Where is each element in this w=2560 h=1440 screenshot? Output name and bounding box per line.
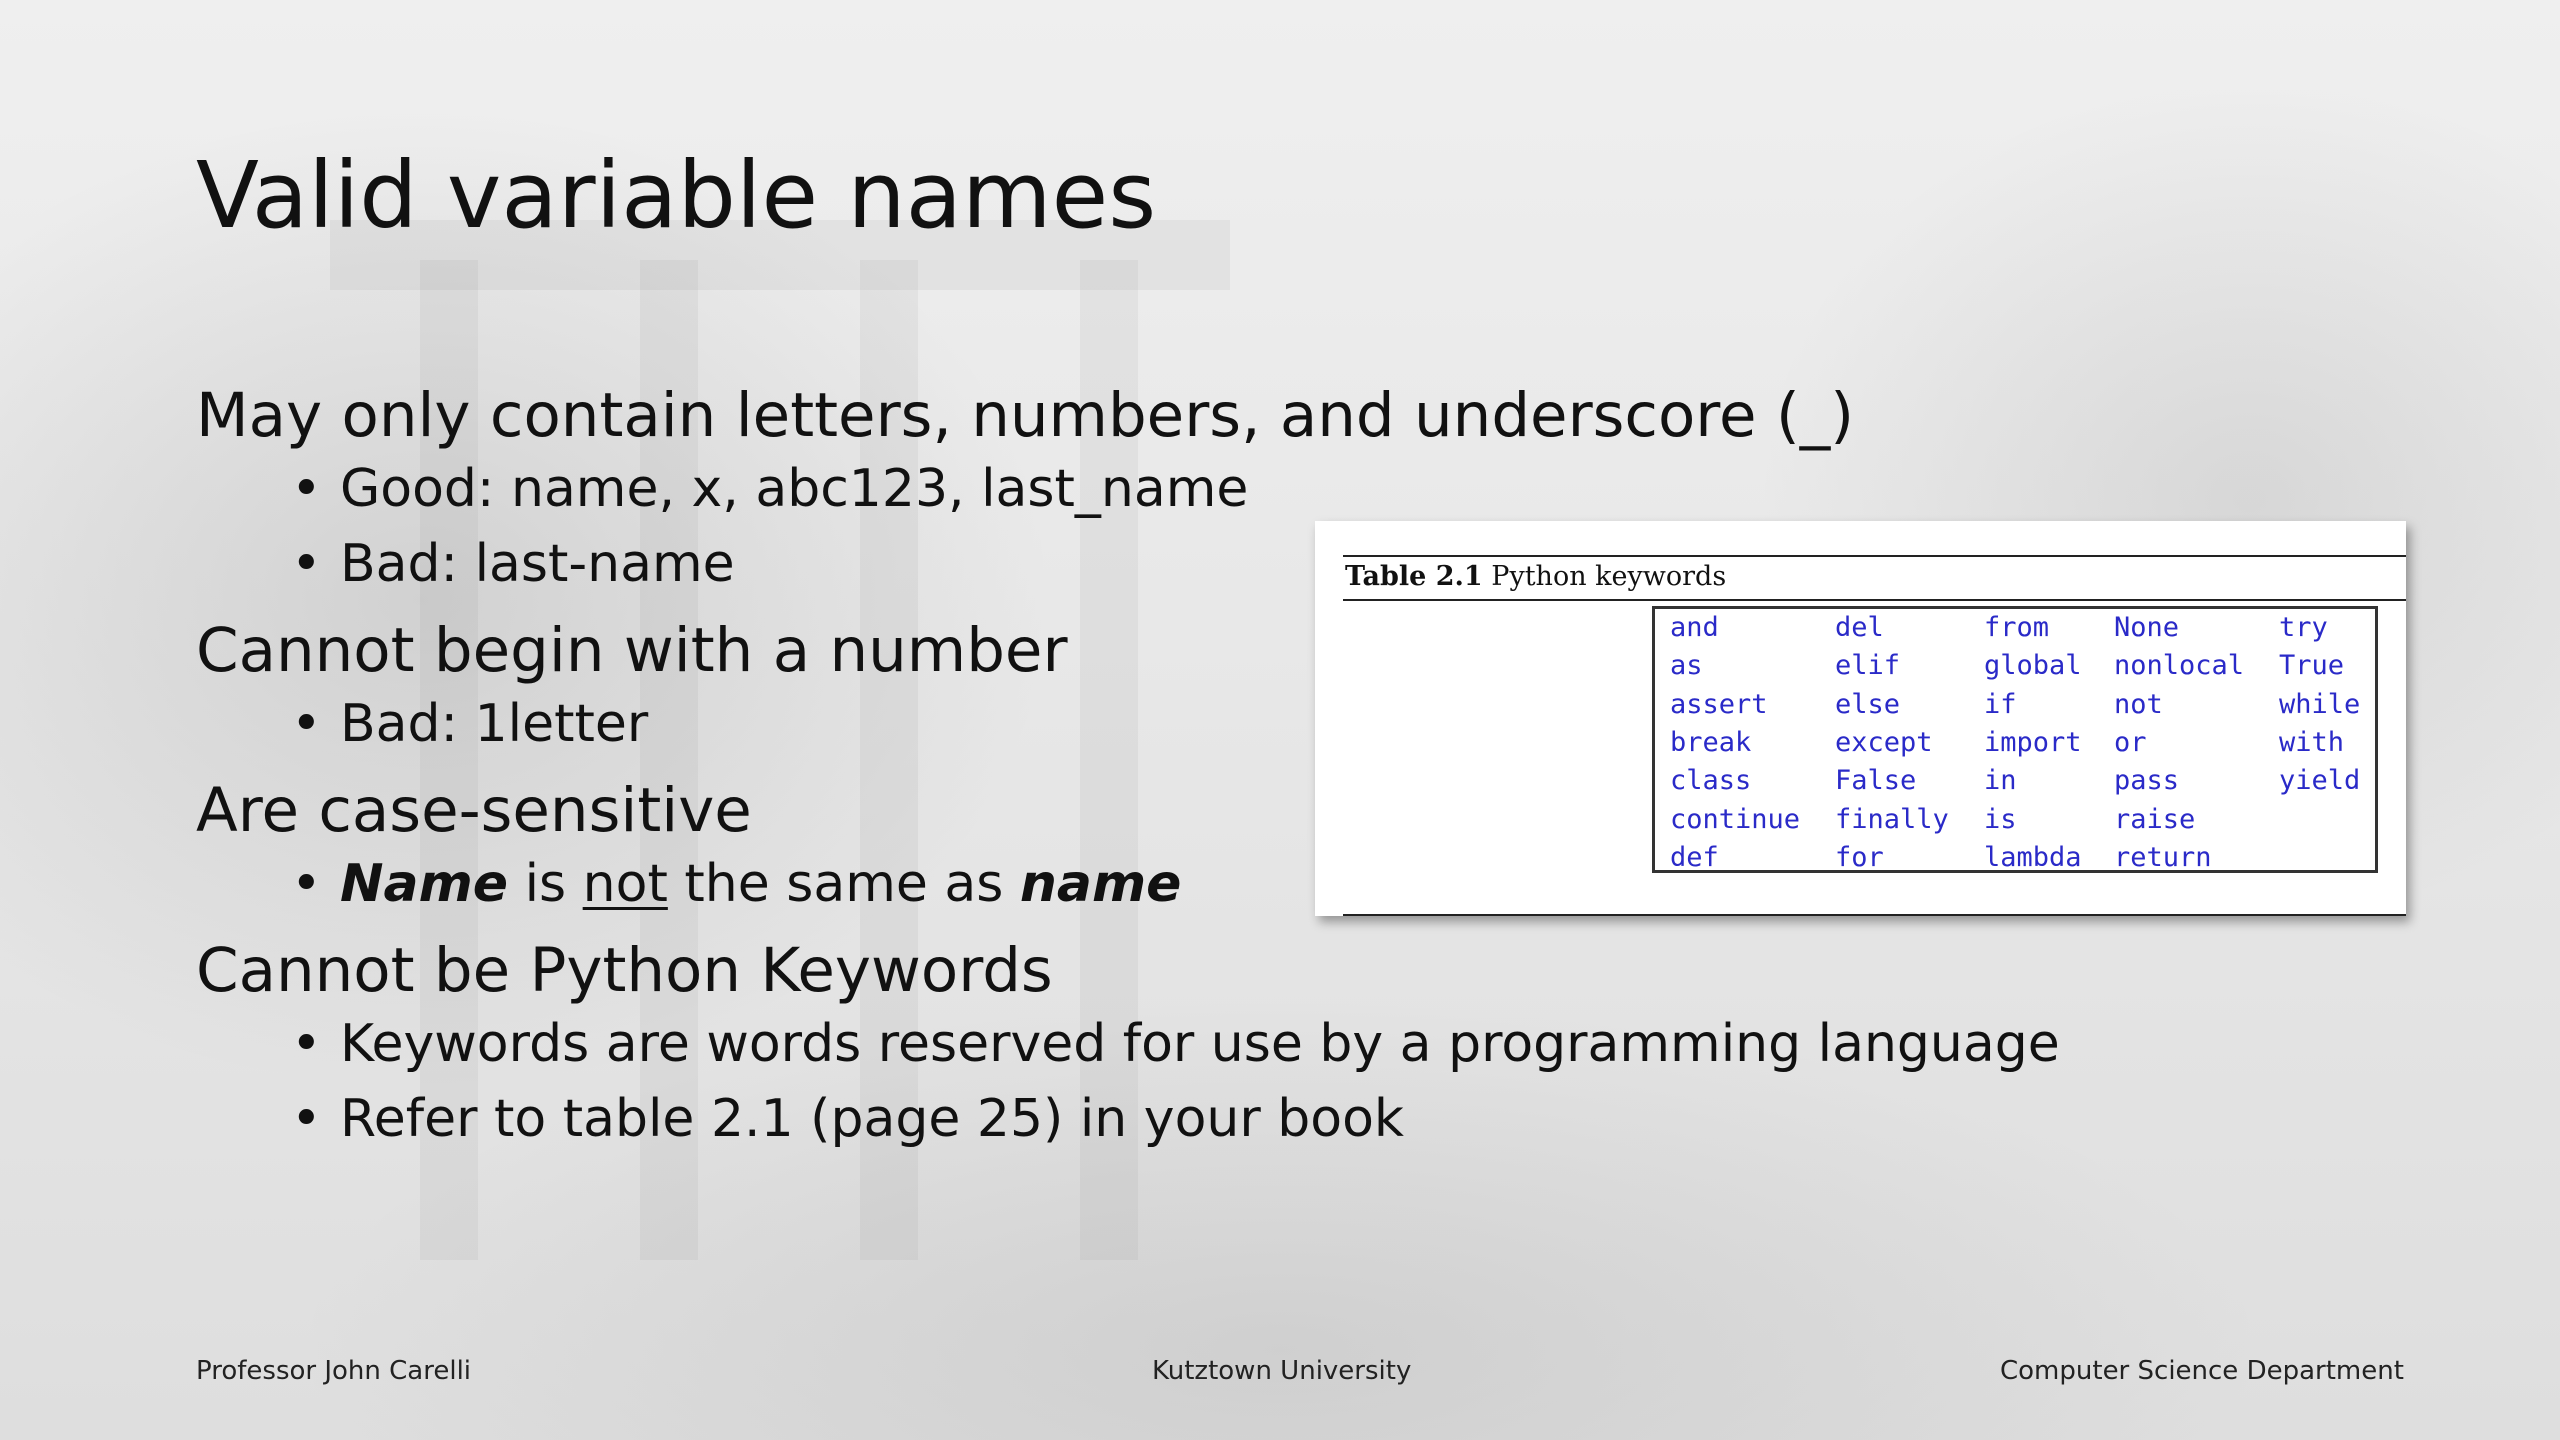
word-name: name [1019,854,1182,914]
underlined-not: not [582,854,668,914]
keyword: if [1984,688,2017,720]
keyword: yield [2279,765,2361,797]
bullet: • [291,534,322,594]
table-rule [1343,914,2406,916]
footer-presenter: Professor John Carelli [196,1356,472,1386]
slide-title: Valid variable names [196,142,1157,249]
keyword: try [2279,612,2328,643]
keyword: break [1670,726,1752,758]
keyword: raise [2114,803,2196,835]
keyword: True [2279,650,2345,682]
point-1: May only contain letters, numbers, and u… [196,380,1855,451]
keyword: def [1670,841,1719,873]
keyword: del [1835,612,1884,643]
keyword: and [1670,612,1719,643]
keyword: while [2279,688,2361,720]
point-4: Cannot be Python Keywords [196,935,1053,1006]
keyword: assert [1670,688,1768,720]
keyword: return [2114,841,2212,873]
bullet: • [291,1089,322,1149]
keyword: with [2279,726,2345,758]
python-keywords-table-image: Table 2.1 Python keywords and as assert bre… [1315,521,2406,916]
keywords-grid: and as assert break class continue def del elif e… [1652,606,2378,873]
keyword: from [1984,612,2050,643]
keyword: pass [2114,765,2180,797]
keyword: as [1670,650,1703,682]
keyword: lambda [1984,841,2082,873]
keyword: except [1835,726,1933,758]
keyword: False [1835,765,1917,797]
table-caption: Table 2.1 Python keywords [1345,561,1727,592]
keyword: is [1984,803,2017,835]
keyword: import [1984,726,2082,758]
keyword: not [2114,688,2163,720]
keyword: else [1835,688,1901,720]
bullet: • [291,1014,322,1074]
keyword: elif [1835,650,1901,682]
bullet: • [291,694,322,754]
table-rule [1343,599,2406,601]
point-4-sub-1: • Keywords are words reserved for use by… [291,1014,2060,1074]
footer-department: Computer Science Department [2000,1356,2404,1386]
keyword: continue [1670,803,1801,835]
table-rule [1343,555,2406,557]
keyword: finally [1835,803,1949,835]
word-Name: Name [340,854,509,914]
footer-university: Kutztown University [1152,1356,1412,1386]
point-1-sub-1: • Good: name, x, abc123, last_name [291,459,1249,519]
keyword: None [2114,612,2180,643]
bullet: • [291,459,322,519]
keyword: in [1984,765,2017,797]
keyword: nonlocal [2114,650,2245,682]
keyword: for [1835,841,1884,873]
keyword: class [1670,765,1752,797]
point-4-sub-2: • Refer to table 2.1 (page 25) in your b… [291,1089,1404,1149]
bullet: • [291,854,322,914]
keyword: global [1984,650,2082,682]
keyword: or [2114,726,2147,758]
